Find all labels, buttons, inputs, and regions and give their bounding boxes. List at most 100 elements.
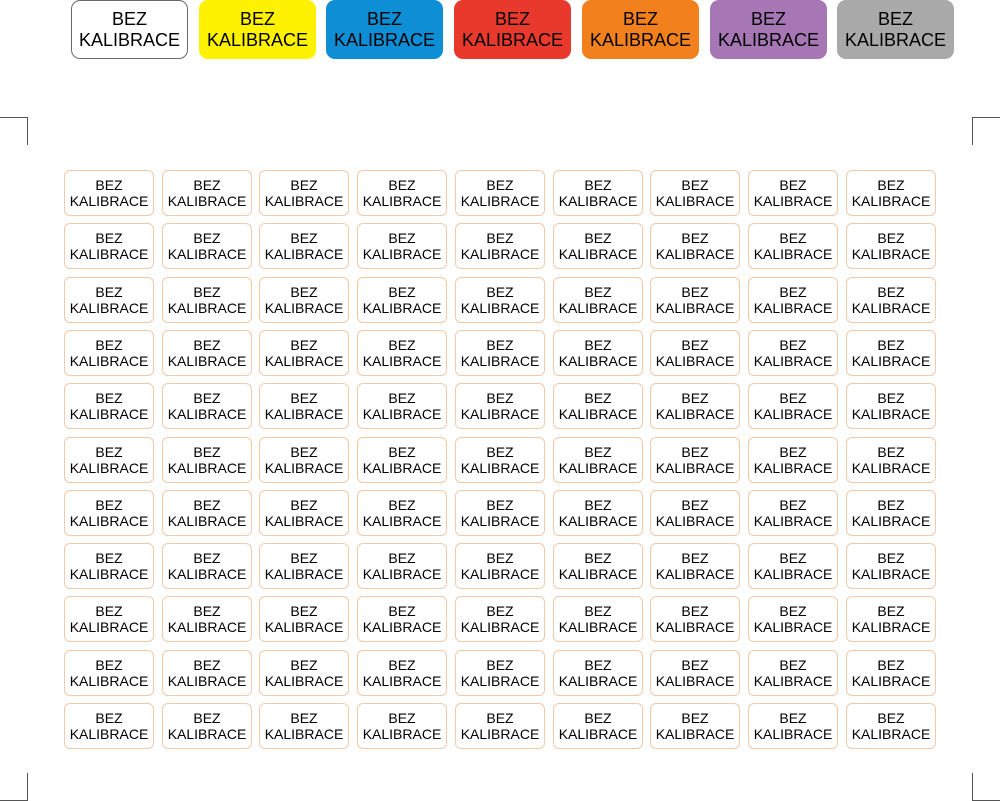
label-line2: KALIBRACE <box>753 193 833 209</box>
label-line1: BEZ <box>95 177 123 193</box>
label-line1: BEZ <box>193 177 221 193</box>
label-sticker: BEZ KALIBRACE <box>846 170 936 216</box>
label-line1: BEZ <box>95 284 123 300</box>
label-line1: BEZ <box>779 710 807 726</box>
label-line2: KALIBRACE <box>362 673 442 689</box>
label-line1: BEZ <box>290 337 318 353</box>
label-line1: BEZ <box>584 497 612 513</box>
label-sticker: BEZ KALIBRACE <box>650 596 740 642</box>
label-sticker: BEZ KALIBRACE <box>357 277 447 323</box>
label-sticker: BEZ KALIBRACE <box>162 437 252 483</box>
label-line1: BEZ <box>877 390 905 406</box>
label-line1: BEZ <box>290 230 318 246</box>
label-sticker: BEZ KALIBRACE <box>357 437 447 483</box>
label-sticker: BEZ KALIBRACE <box>64 277 154 323</box>
label-sticker: BEZ KALIBRACE <box>650 650 740 696</box>
label-sticker: BEZ KALIBRACE <box>846 330 936 376</box>
label-sticker: BEZ KALIBRACE <box>650 330 740 376</box>
label-line2: KALIBRACE <box>460 300 540 316</box>
label-sticker: BEZ KALIBRACE <box>553 277 643 323</box>
label-sticker: BEZ KALIBRACE <box>357 650 447 696</box>
label-line1: BEZ <box>681 444 709 460</box>
label-line1: BEZ <box>877 284 905 300</box>
label-line1: BEZ <box>486 390 514 406</box>
label-sticker: BEZ KALIBRACE <box>259 330 349 376</box>
label-line2: KALIBRACE <box>753 353 833 369</box>
label-line2: KALIBRACE <box>69 246 149 262</box>
label-line2: KALIBRACE <box>460 406 540 422</box>
label-line1: BEZ <box>193 390 221 406</box>
label-line2: KALIBRACE <box>460 460 540 476</box>
label-line1: BEZ <box>486 230 514 246</box>
color-variant-swatches: BEZ KALIBRACE BEZ KALIBRACE BEZ KALIBRACE BEZ K… <box>71 0 955 59</box>
label-line2: KALIBRACE <box>460 353 540 369</box>
label-sticker: BEZ KALIBRACE <box>846 223 936 269</box>
swatch-purple: BEZ KALIBRACE <box>710 0 827 59</box>
label-sticker: BEZ KALIBRACE <box>357 223 447 269</box>
label-line1: BEZ <box>486 657 514 673</box>
label-line1: BEZ <box>681 390 709 406</box>
label-line1: BEZ <box>193 230 221 246</box>
label-line2: KALIBRACE <box>753 619 833 635</box>
label-line1: BEZ <box>486 497 514 513</box>
label-line1: BEZ <box>681 603 709 619</box>
label-line1: BEZ <box>681 657 709 673</box>
label-line1: BEZ <box>486 710 514 726</box>
label-line2: KALIBRACE <box>851 353 931 369</box>
label-line1: BEZ <box>877 657 905 673</box>
label-line2: KALIBRACE <box>558 726 638 742</box>
label-line1: BEZ <box>877 230 905 246</box>
label-line1: BEZ <box>779 603 807 619</box>
label-sticker: BEZ KALIBRACE <box>357 383 447 429</box>
label-line2: KALIBRACE <box>655 246 735 262</box>
label-line1: BEZ <box>681 284 709 300</box>
label-line2: KALIBRACE <box>655 513 735 529</box>
label-line1: BEZ <box>584 444 612 460</box>
label-line1: BEZ <box>681 710 709 726</box>
label-line2: KALIBRACE <box>753 673 833 689</box>
label-sticker: BEZ KALIBRACE <box>162 277 252 323</box>
label-sticker: BEZ KALIBRACE <box>455 383 545 429</box>
label-sheet: BEZ KALIBRACE BEZ KALIBRACE BEZ KALIBRACE BEZ K… <box>64 170 937 749</box>
label-line1: BEZ <box>681 337 709 353</box>
label-line1: BEZ <box>486 337 514 353</box>
crop-mark-bottom-right <box>972 773 1000 801</box>
label-sticker: BEZ KALIBRACE <box>846 543 936 589</box>
label-sticker: BEZ KALIBRACE <box>64 437 154 483</box>
label-line1: BEZ <box>779 497 807 513</box>
label-line1: BEZ <box>779 657 807 673</box>
label-sticker: BEZ KALIBRACE <box>846 383 936 429</box>
label-sticker: BEZ KALIBRACE <box>259 170 349 216</box>
label-line2: KALIBRACE <box>362 566 442 582</box>
label-line1: BEZ <box>486 444 514 460</box>
label-sticker: BEZ KALIBRACE <box>650 277 740 323</box>
label-sticker: BEZ KALIBRACE <box>650 437 740 483</box>
label-line2: KALIBRACE <box>851 513 931 529</box>
label-line1: BEZ <box>779 550 807 566</box>
label-line2: KALIBRACE <box>655 460 735 476</box>
label-sticker: BEZ KALIBRACE <box>259 650 349 696</box>
label-line1: BEZ <box>584 550 612 566</box>
label-line2: KALIBRACE <box>655 300 735 316</box>
label-line1: BEZ <box>779 390 807 406</box>
label-sticker: BEZ KALIBRACE <box>259 277 349 323</box>
label-line1: BEZ <box>388 657 416 673</box>
label-sticker: BEZ KALIBRACE <box>357 596 447 642</box>
label-line2: KALIBRACE <box>69 513 149 529</box>
label-line2: KALIBRACE <box>264 406 344 422</box>
label-sticker: BEZ KALIBRACE <box>553 383 643 429</box>
label-line2: KALIBRACE <box>558 300 638 316</box>
label-sticker: BEZ KALIBRACE <box>650 543 740 589</box>
label-line2: KALIBRACE <box>851 673 931 689</box>
label-sticker: BEZ KALIBRACE <box>748 703 838 749</box>
label-sticker: BEZ KALIBRACE <box>455 703 545 749</box>
label-line2: KALIBRACE <box>69 406 149 422</box>
label-line2: KALIBRACE <box>851 193 931 209</box>
label-line1: BEZ <box>95 710 123 726</box>
label-line1: BEZ <box>486 550 514 566</box>
swatch-label-line2: KALIBRACE <box>717 29 820 50</box>
label-sticker: BEZ KALIBRACE <box>650 490 740 536</box>
label-line2: KALIBRACE <box>69 566 149 582</box>
label-sticker: BEZ KALIBRACE <box>64 543 154 589</box>
label-line2: KALIBRACE <box>655 566 735 582</box>
